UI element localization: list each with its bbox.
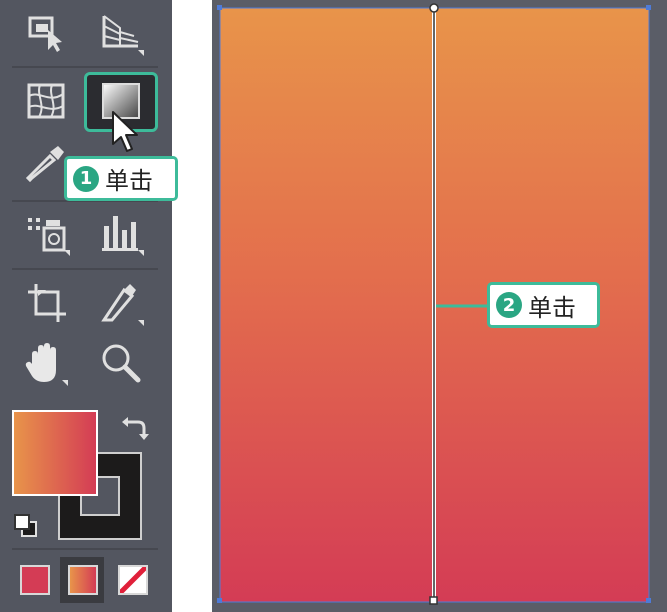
gradient-origin-handle[interactable]: [429, 3, 439, 13]
hand-tool[interactable]: [20, 338, 70, 388]
gradient-end-handle[interactable]: [429, 596, 438, 605]
gradient-mode-button[interactable]: [68, 565, 98, 595]
bar-graph-icon: [102, 216, 144, 256]
corner-handle[interactable]: [646, 5, 651, 10]
mouse-cursor-icon: [110, 110, 140, 158]
corner-handle[interactable]: [217, 5, 222, 10]
corner-handle[interactable]: [646, 598, 651, 603]
symbol-sprayer-tool[interactable]: [22, 208, 72, 258]
column-graph-tool[interactable]: [96, 208, 146, 258]
magnifier-icon: [102, 344, 141, 383]
perspective-grid-tool[interactable]: [96, 8, 146, 58]
crop-icon: [28, 284, 66, 322]
hand-icon: [25, 343, 68, 386]
perspective-grid-icon: [102, 15, 144, 56]
crop-artboard-tool[interactable]: [22, 278, 72, 328]
default-fill-stroke-icon[interactable]: [12, 512, 40, 544]
artboard-select-tool[interactable]: [22, 8, 72, 58]
callout-number: 2: [496, 292, 522, 318]
fill-swatch[interactable]: [12, 410, 98, 496]
spray-can-icon: [28, 218, 70, 256]
color-mode-button[interactable]: [20, 565, 50, 595]
zoom-tool[interactable]: [96, 338, 146, 388]
slice-knife-tool[interactable]: [96, 278, 146, 328]
eyedropper-icon: [25, 146, 64, 183]
tool-separator: [12, 66, 158, 68]
callout-number: 1: [73, 165, 99, 192]
artboard-cursor-icon: [28, 16, 62, 52]
knife-icon: [101, 284, 144, 326]
callout-step-1: 1 单击: [64, 156, 178, 201]
callout-step-2: 2 单击: [487, 282, 600, 328]
callout-text: 单击: [528, 293, 576, 322]
swap-fill-stroke-icon[interactable]: [120, 414, 150, 446]
eyedropper-tool[interactable]: [20, 138, 70, 188]
callout-text: 单击: [105, 167, 153, 195]
tool-separator: [12, 268, 158, 270]
tools-panel: [0, 0, 172, 612]
corner-handle[interactable]: [217, 598, 222, 603]
mesh-tool[interactable]: [22, 78, 72, 128]
none-mode-button[interactable]: [118, 565, 148, 595]
none-slash-icon: [120, 567, 146, 593]
tool-separator: [12, 548, 158, 550]
mesh-icon: [27, 83, 65, 119]
